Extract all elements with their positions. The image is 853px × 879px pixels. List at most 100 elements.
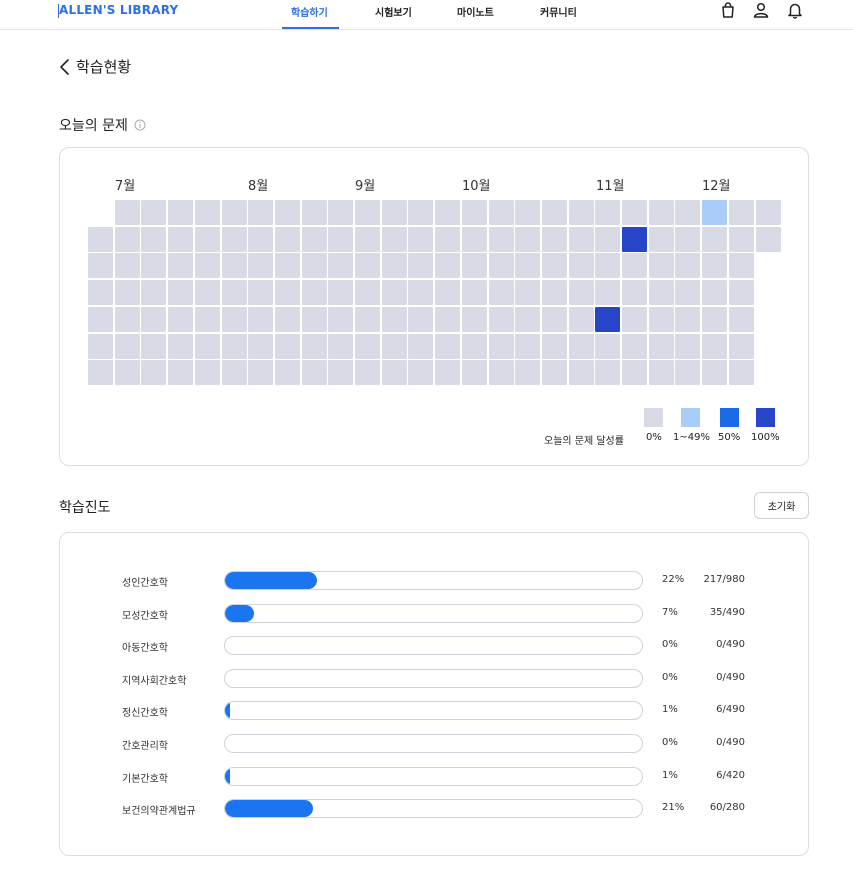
heatmap-cell — [702, 306, 728, 332]
heatmap-cell — [461, 280, 487, 306]
bell-icon[interactable] — [786, 1, 804, 19]
heatmap-cell — [248, 306, 274, 332]
month-label-sep: 9월 — [355, 179, 376, 194]
heatmap-cell — [728, 226, 754, 252]
heatmap-cell — [515, 280, 541, 306]
heatmap-cell — [568, 253, 594, 279]
heatmap-cell — [488, 360, 514, 386]
progress-percent: 1% — [662, 704, 678, 716]
heatmap-cell — [408, 306, 434, 332]
nav-item-study[interactable]: 학습하기 — [291, 4, 328, 19]
heatmap-cell — [622, 226, 647, 252]
progress-bar-fill — [225, 702, 230, 720]
heatmap-cell — [168, 333, 194, 359]
heatmap-cell — [114, 306, 140, 332]
user-icon[interactable] — [752, 1, 770, 19]
progress-percent: 0% — [662, 737, 678, 748]
heatmap-cell — [515, 200, 541, 225]
heatmap-cell — [328, 280, 354, 306]
progress-bar-fill — [225, 800, 313, 818]
nav-item-community[interactable]: 커뮤니티 — [540, 4, 577, 19]
heatmap-cell — [274, 253, 300, 279]
heatmap-cell — [728, 280, 754, 306]
progress-row-label: 아동간호학 — [122, 643, 168, 655]
nav-active-indicator — [282, 27, 339, 29]
heatmap-cell — [194, 333, 220, 359]
month-label-nov: 11월 — [596, 179, 625, 194]
heatmap-cell — [728, 253, 754, 279]
heatmap-cell — [301, 226, 327, 252]
heatmap-cell — [435, 306, 461, 332]
heatmap-cell — [274, 226, 300, 252]
heatmap-cell — [88, 280, 113, 306]
heatmap-cell — [274, 306, 300, 332]
heatmap-cell — [88, 226, 113, 252]
heatmap-cell — [408, 200, 434, 225]
month-label-jul: 7월 — [115, 179, 136, 194]
page-title: 학습현황 — [76, 58, 132, 76]
back-button[interactable]: 학습현황 — [58, 56, 131, 77]
heatmap-cell — [622, 280, 647, 306]
heatmap-cell — [675, 280, 701, 306]
heatmap-cell — [408, 226, 434, 252]
brand-logo[interactable]: ALLEN'S LIBRARY — [57, 3, 178, 18]
progress-count: 60/280 — [709, 802, 745, 814]
heatmap-cell — [595, 333, 621, 359]
heatmap-cell — [194, 306, 220, 332]
heatmap-cell — [702, 226, 728, 252]
heatmap-cell — [568, 200, 594, 225]
legend-label-3: 100% — [751, 432, 780, 443]
heatmap-cell — [408, 280, 434, 306]
heatmap-cell — [381, 226, 407, 252]
heatmap-cell — [648, 306, 674, 332]
progress-bar-fill — [225, 572, 317, 589]
heatmap-cell — [114, 200, 140, 225]
progress-count: 217/980 — [703, 574, 745, 585]
heatmap-cell — [248, 253, 274, 279]
progress-bar-fill — [225, 767, 230, 785]
heatmap-cell — [114, 280, 140, 306]
heatmap-cell — [488, 226, 514, 252]
heatmap-cell — [141, 253, 167, 279]
heatmap-cell — [461, 226, 487, 252]
nav-item-exam[interactable]: 시험보기 — [375, 4, 412, 19]
heatmap-cell — [88, 360, 113, 386]
heatmap-cell — [675, 360, 701, 386]
progress-row-label: 기본간호학 — [122, 773, 168, 785]
heatmap-cell — [541, 226, 567, 252]
legend-label-0: 0% — [646, 432, 662, 443]
heatmap-cell — [88, 306, 113, 332]
heatmap-cell — [168, 280, 194, 306]
info-icon[interactable] — [134, 119, 146, 131]
heatmap-cell — [248, 226, 274, 252]
heatmap-cell — [408, 360, 434, 386]
progress-count: 0/490 — [716, 639, 745, 651]
heatmap-cell — [355, 280, 380, 306]
heatmap-cell — [381, 200, 407, 225]
nav-item-mynote[interactable]: 마이노트 — [457, 4, 494, 19]
reset-button[interactable]: 초기화 — [754, 492, 809, 519]
progress-row-label: 지역사회간호학 — [122, 675, 187, 687]
heatmap-cell — [461, 253, 487, 279]
heatmap-cell — [675, 200, 701, 225]
bag-icon[interactable] — [719, 1, 737, 19]
heatmap-cell — [328, 226, 354, 252]
heatmap-cell — [141, 226, 167, 252]
heatmap-cell — [435, 333, 461, 359]
progress-count: 0/490 — [716, 737, 745, 748]
progress-bar-track — [224, 603, 643, 623]
legend-swatch-3 — [756, 408, 775, 427]
heatmap-cell — [595, 306, 621, 332]
heatmap-cell — [221, 306, 247, 332]
heatmap-cell — [168, 226, 194, 252]
progress-bar-track — [224, 571, 643, 590]
heatmap-cell — [622, 200, 647, 225]
heatmap-cell — [595, 226, 621, 252]
heatmap-cell — [221, 253, 247, 279]
heatmap-cell — [435, 280, 461, 306]
progress-percent: 7% — [662, 606, 678, 618]
heatmap-cell — [568, 333, 594, 359]
heatmap-cell — [355, 253, 380, 279]
progress-count: 0/490 — [716, 671, 745, 683]
heatmap-cell — [355, 226, 380, 252]
